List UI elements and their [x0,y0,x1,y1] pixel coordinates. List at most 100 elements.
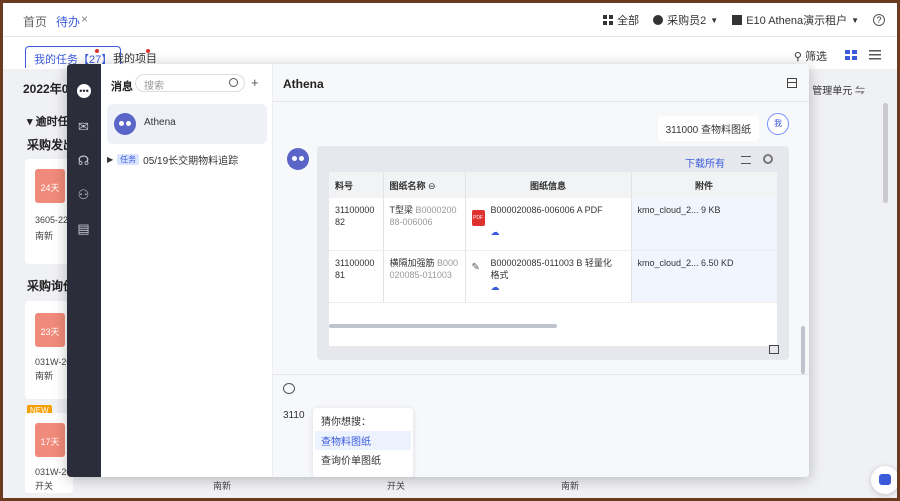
maximize-icon[interactable] [787,78,797,88]
part-number: 3110000081 [329,250,384,303]
tenant-menu[interactable]: E10 Athena演示租户 ▼ [732,12,859,28]
chat-modal: ••• ✉ ☊ ⚇ ▤ 消息 搜索 + Athena ▶ 任务 05/19长交期… [67,64,809,477]
task-tag: 任务 [117,154,140,165]
chat-input[interactable]: 3110 [283,410,305,421]
chat-side-rail: ••• ✉ ☊ ⚇ ▤ [67,64,101,477]
building-icon [732,15,743,25]
tab-todo[interactable]: 待办 [56,13,80,30]
col-part-number: 料号 [329,172,384,198]
minus-circle-icon: ⊖ [428,180,436,191]
suggestion-item[interactable]: 查询价单图纸 [321,450,405,469]
list-icon[interactable] [741,156,751,164]
card-code: 031W-20 [35,467,72,477]
table-row[interactable]: 3110000082 T型梁 B000020088-006006 PDFB000… [329,198,777,251]
tab-home[interactable]: 首页 [23,13,47,30]
help-icon[interactable]: ? [873,14,885,26]
filter-label: 筛选 [805,51,827,63]
col-drawing-name: 图纸名称 ⊖ [383,172,466,198]
outgoing-message: 311000 查物料图纸 [657,116,759,141]
athena-avatar [114,113,136,135]
drawings-table: 料号 图纸名称 ⊖ 图纸信息 附件 3110000082 T型梁 B000020… [329,172,777,346]
all-apps-label: 全部 [617,15,640,27]
download-all-link[interactable]: 下载所有 [685,155,725,170]
settings-icon[interactable] [763,154,773,164]
card-supplier: 开关 [35,481,54,491]
chat-input-area[interactable]: 3110 猜你想搜： 查物料图纸 查询价单图纸 [273,374,809,477]
days-badge: 23天 [35,313,65,347]
search-placeholder: 搜索 [144,81,164,92]
search-input[interactable]: 搜索 [135,74,245,92]
col-attachment: 附件 [631,172,777,198]
drawing-result-card: 下载所有 料号 图纸名称 ⊖ 图纸信息 附件 3110000082 T型梁 B0… [317,146,789,360]
chat-title: Athena [283,77,324,91]
chat-bubble-icon[interactable]: ••• [77,84,91,98]
task-label: 05/19长交期物料追踪 [143,156,239,167]
task-card[interactable]: 24天 3605-220 南新 [25,159,73,264]
chevron-down-icon: ▼ [710,15,719,25]
chevron-down-icon: ▼ [851,15,859,25]
top-navigation-bar: 首页 待办 × 全部 采购员2 ▼ E10 Athena演示租户 ▼ ? [3,3,897,37]
notification-dot [146,49,150,53]
my-avatar: 我 [767,113,789,135]
drawing-info[interactable]: PDFB000020086-006006 A PDF ☁ [465,198,632,251]
pen-icon: ✎ [471,261,480,273]
drawing-name: 横隔加强筋 B000020085-011003 [383,250,466,303]
chat-fab-button[interactable] [871,466,897,494]
quick-reply-icon[interactable] [283,383,295,394]
chat-scrollbar[interactable] [801,326,805,374]
search-icon[interactable] [229,78,238,87]
tenant-name: E10 Athena演示租户 [746,15,848,27]
attachment-cell[interactable]: kmo_cloud_2... 9 KB [631,198,777,251]
task-card[interactable]: 23天 031W-20 南新 [25,301,73,399]
days-badge: 17天 [35,423,65,457]
add-icon[interactable]: + [251,75,259,90]
card-supplier: 南新 [35,231,54,241]
task-group[interactable]: ▶ 任务 05/19长交期物料追踪 [107,152,238,167]
card-supplier: 南新 [213,481,232,491]
athena-avatar [287,148,309,170]
list-view-icon[interactable] [869,49,881,60]
chat-panel: Athena 311000 查物料图纸 我 下载所有 料号 图纸名称 ⊖ 图纸信… [273,64,809,477]
user-menu[interactable]: 采购员2 ▼ [653,12,718,28]
page-scrollbar[interactable] [883,103,888,203]
conversation-item-athena[interactable]: Athena [107,104,267,144]
suggestion-item[interactable]: 查物料图纸 [315,431,411,450]
drawing-info[interactable]: ✎ B000020085-011003 B 轻量化格式 ☁ [465,250,632,303]
management-unit-label[interactable]: 管理单元 ⇋ [812,82,865,97]
card-code: 031W-20 [35,357,72,367]
headset-icon[interactable]: ☊ [75,152,92,169]
apps-grid-icon [603,15,614,25]
card-supplier: 南新 [35,371,54,381]
card-supplier: 开关 [387,481,406,491]
table-header-row: 料号 图纸名称 ⊖ 图纸信息 附件 [329,172,777,198]
drawing-name: T型梁 B000020088-006006 [383,198,466,251]
document-icon[interactable]: ▤ [75,220,92,237]
filter-button[interactable]: ⚲ 筛选 [794,48,827,64]
expand-icon[interactable] [769,345,779,354]
user-icon [653,15,664,25]
horizontal-scrollbar[interactable] [329,324,557,328]
cloud-download-icon[interactable]: ☁ [491,226,625,238]
top-right-toolbar: 全部 采购员2 ▼ E10 Athena演示租户 ▼ ? [603,12,885,28]
conversation-panel: 消息 搜索 + Athena ▶ 任务 05/19长交期物料追踪 [101,64,273,477]
messages-title: 消息 [111,81,133,93]
cloud-download-icon[interactable]: ☁ [491,281,625,293]
attachment-cell[interactable]: kmo_cloud_2... 6.50 KD [631,250,777,303]
chat-icon [879,474,891,485]
conversation-name: Athena [144,117,176,128]
close-tab-icon[interactable]: × [81,12,88,26]
envelope-icon[interactable]: ✉ [75,118,92,135]
chat-header: Athena [273,64,809,102]
pdf-file-icon: PDF [471,210,485,226]
col-drawing-info: 图纸信息 [465,172,632,198]
table-row[interactable]: 3110000081 横隔加强筋 B000020085-011003 ✎ B000… [329,250,777,303]
contacts-icon[interactable]: ⚇ [75,186,92,203]
notification-dot [95,49,99,53]
days-badge: 24天 [35,169,65,203]
suggestion-popup: 猜你想搜： 查物料图纸 查询价单图纸 [313,408,413,477]
task-card[interactable]: 17天 031W-20 开关 [25,413,73,493]
card-view-icon[interactable] [845,49,857,60]
part-number: 3110000082 [329,198,384,251]
all-apps-button[interactable]: 全部 [603,12,639,28]
overdue-label: ▾ 逾时任 [27,116,69,128]
